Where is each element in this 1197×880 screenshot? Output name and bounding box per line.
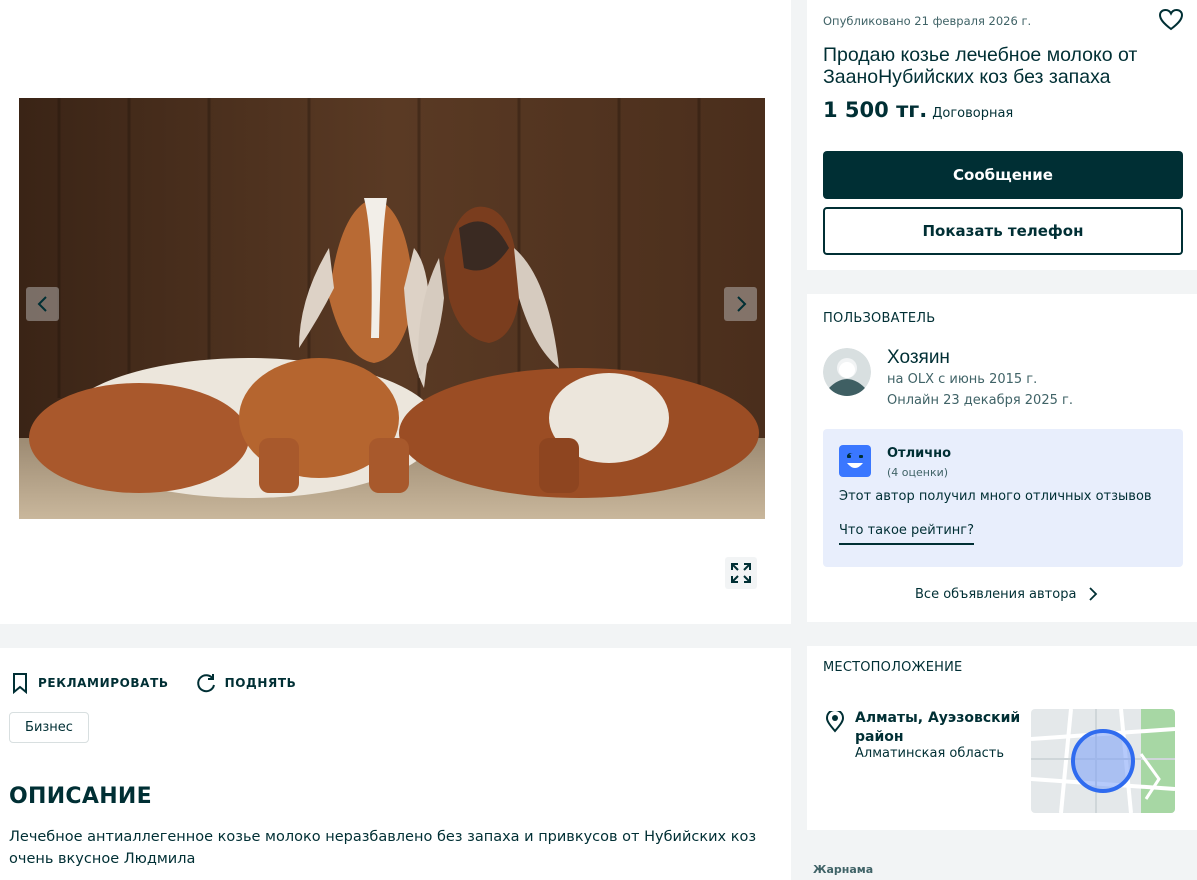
promote-button[interactable]: РЕКЛАМИРОВАТЬ <box>10 672 169 694</box>
location-city: Алматы, Ауэзовский район <box>855 710 1021 745</box>
chevron-right-icon <box>736 296 746 312</box>
posted-date: Опубликовано 21 февраля 2026 г. <box>823 14 1032 28</box>
price-block: 1 500 тг. Договорная <box>823 98 1013 122</box>
message-button[interactable]: Сообщение <box>823 151 1183 199</box>
bookmark-icon <box>13 673 27 694</box>
promote-label: РЕКЛАМИРОВАТЬ <box>38 676 169 690</box>
category-tag: Бизнес <box>9 712 89 743</box>
location-section-title: МЕСТОПОЛОЖЕНИЕ <box>823 660 963 675</box>
gallery-prev-button[interactable] <box>26 287 59 321</box>
user-online: Онлайн 23 декабря 2025 г. <box>887 393 1073 408</box>
description-title: ОПИСАНИЕ <box>9 784 152 809</box>
listing-photo[interactable] <box>19 98 765 519</box>
rating-count: (4 оценки) <box>887 466 949 479</box>
description-text: Лечебное антиаллегенное козье молоко нер… <box>9 829 757 867</box>
fullscreen-button[interactable] <box>725 557 757 589</box>
chevron-left-icon <box>37 296 47 312</box>
chevron-right-icon <box>1089 587 1098 601</box>
rating-box: Отлично (4 оценки) Этот автор получил мн… <box>823 429 1183 567</box>
raise-label: ПОДНЯТЬ <box>224 676 297 690</box>
heart-icon <box>1158 8 1184 31</box>
location-region: Алматинская область <box>855 746 1005 761</box>
favorite-button[interactable] <box>1158 8 1184 36</box>
all-ads-label: Все объявления автора <box>915 586 1077 602</box>
rating-title: Отлично <box>887 446 952 461</box>
ad-label: Жарнама <box>813 863 874 876</box>
raise-button[interactable]: ПОДНЯТЬ <box>195 672 297 694</box>
refresh-icon <box>196 674 215 693</box>
rating-text: Этот автор получил много отличных отзыво… <box>839 489 1152 504</box>
user-since: на OLX с июнь 2015 г. <box>887 372 1038 387</box>
all-ads-link[interactable]: Все объявления автора <box>915 586 1102 602</box>
smile-icon <box>839 445 871 481</box>
price-negotiable: Договорная <box>932 106 1014 121</box>
user-name[interactable]: Хозяин <box>887 347 950 369</box>
user-avatar-icon <box>823 348 871 396</box>
listing-actions: РЕКЛАМИРОВАТЬ ПОДНЯТЬ <box>10 672 322 694</box>
map-thumbnail <box>1031 709 1175 813</box>
rating-info-link[interactable]: Что такое рейтинг? <box>839 523 974 545</box>
gallery-next-button[interactable] <box>724 287 757 321</box>
location-map[interactable] <box>1031 709 1175 813</box>
listing-title: Продаю козье лечебное молоко от ЗааноНуб… <box>823 44 1138 88</box>
location-pin-icon <box>825 709 845 737</box>
user-section-title: ПОЛЬЗОВАТЕЛЬ <box>823 311 936 326</box>
price-amount: 1 500 тг. <box>823 98 928 122</box>
avatar[interactable] <box>823 348 871 396</box>
expand-icon <box>731 563 751 583</box>
show-phone-button[interactable]: Показать телефон <box>823 207 1183 255</box>
